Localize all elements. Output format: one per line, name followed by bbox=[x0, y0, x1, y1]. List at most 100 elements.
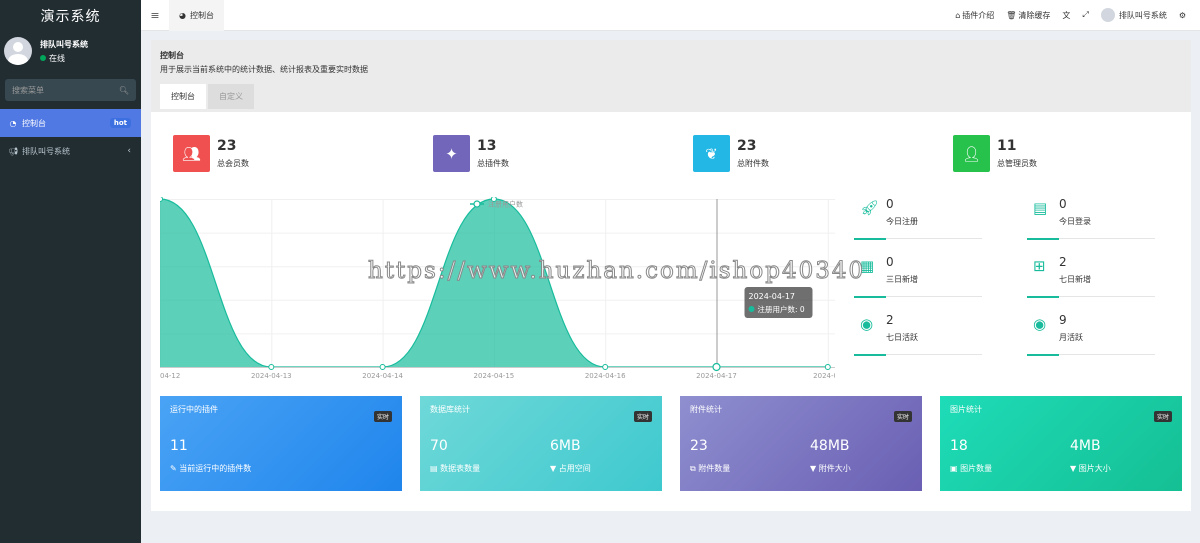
x-tick-label: 04-12 bbox=[160, 372, 180, 380]
mini-stat-7day-active: ◉ 2 七日活跃 bbox=[854, 313, 982, 356]
mini-stat-3day-new: ▦ 0 三日新增 bbox=[854, 255, 982, 298]
card-attachments: 附件统计 实时 23 48MB ⧉ 附件数量 ▼ 附件大小 bbox=[680, 396, 922, 491]
mini-stat-month-active: ◉ 9 月活跃 bbox=[1027, 313, 1155, 356]
mini-value: 9 bbox=[1059, 313, 1067, 327]
tooltip-dot bbox=[748, 306, 755, 312]
card-plugins: 运行中的插件 实时 11 ✎ 当前运行中的插件数 bbox=[160, 396, 402, 491]
x-tick-label: 2024-04 bbox=[813, 372, 835, 380]
card-title: 附件统计 bbox=[690, 405, 722, 414]
registration-area-chart[interactable]: 04-12 2024-04-13 2024-04-14 2024-04-15 2024-… bbox=[160, 197, 835, 382]
bullhorn-icon: 📢︎ bbox=[8, 146, 19, 156]
divider bbox=[854, 296, 982, 298]
x-tick-label: 2024-04-15 bbox=[474, 372, 515, 380]
sidebar-item-dashboard[interactable]: ◔ 控制台 hot bbox=[0, 109, 141, 137]
stat-value: 23 bbox=[737, 138, 757, 154]
mini-label: 今日登录 bbox=[1059, 217, 1091, 226]
card-sub: ▼ 附件大小 bbox=[810, 464, 851, 473]
stat-value: 23 bbox=[217, 138, 237, 154]
dashboard-icon: ◔ bbox=[9, 118, 17, 128]
user-circle-icon: ◉ bbox=[860, 315, 874, 333]
tab-dashboard[interactable]: 控制台 bbox=[160, 84, 206, 109]
stat-attachments: ❦ 23 总附件数 bbox=[693, 135, 769, 172]
users-icon: 👥︎ bbox=[173, 135, 210, 172]
mini-value: 0 bbox=[886, 255, 894, 269]
clear-cache-button[interactable]: 🗑︎ 清除缓存 bbox=[1000, 10, 1056, 21]
tab-custom[interactable]: 自定义 bbox=[208, 84, 254, 109]
divider bbox=[1027, 296, 1155, 298]
mini-label: 七日活跃 bbox=[886, 333, 918, 342]
card-value: 11 bbox=[170, 438, 188, 454]
card-value: 70 bbox=[430, 438, 448, 454]
card-database: 数据库统计 实时 70 6MB ▤ 数据表数量 ▼ 占用空间 bbox=[420, 396, 662, 491]
mini-stat-today-register: 🚀︎ 0 今日注册 bbox=[854, 197, 982, 240]
stat-label: 总管理员数 bbox=[997, 159, 1037, 168]
settings-icon[interactable]: ⚙ bbox=[1173, 11, 1192, 20]
stat-value: 11 bbox=[997, 138, 1017, 154]
user-name: 排队叫号系统 bbox=[40, 39, 88, 49]
realtime-badge: 实时 bbox=[373, 411, 392, 422]
calendar-plus-icon: ⊞ bbox=[1033, 257, 1046, 275]
card-sub: ▣ 图片数量 bbox=[950, 464, 993, 473]
tooltip-value: 注册用户数: 0 bbox=[758, 304, 805, 314]
card-value: 4MB bbox=[1070, 438, 1101, 454]
legend-swatch-dot bbox=[473, 200, 481, 208]
sidebar-item-queue[interactable]: 📢︎ 排队叫号系统 ‹ bbox=[0, 137, 141, 165]
mini-label: 七日新增 bbox=[1059, 275, 1091, 284]
sidebar: 演示系统 排队叫号系统 在线 搜索菜单 🔍︎ ◔ 控制台 hot 📢︎ 排队叫号… bbox=[0, 0, 141, 543]
search-placeholder: 搜索菜单 bbox=[12, 85, 44, 95]
stat-admins: 👤︎ 11 总管理员数 bbox=[953, 135, 1037, 172]
card-title: 运行中的插件 bbox=[170, 405, 218, 414]
online-dot-icon bbox=[40, 55, 46, 61]
mini-value: 0 bbox=[886, 197, 894, 211]
x-tick-label: 2024-04-13 bbox=[251, 372, 292, 380]
card-title: 数据库统计 bbox=[430, 405, 470, 414]
leaf-icon: ❦ bbox=[693, 135, 730, 172]
fullscreen-icon[interactable]: ⤢ bbox=[1076, 10, 1094, 20]
card-sub: ⧉ 附件数量 bbox=[690, 464, 731, 473]
user-icon: 👤︎ bbox=[953, 135, 990, 172]
search-input[interactable]: 搜索菜单 🔍︎ bbox=[5, 79, 136, 101]
stat-members: 👥︎ 23 总会员数 bbox=[173, 135, 249, 172]
mini-label: 今日注册 bbox=[886, 217, 918, 226]
card-sub: ▤ 数据表数量 bbox=[430, 464, 481, 473]
divider bbox=[1027, 238, 1155, 240]
database-icon: ▤ bbox=[430, 464, 441, 473]
search-icon[interactable]: 🔍︎ bbox=[119, 86, 129, 95]
card-value: 23 bbox=[690, 438, 708, 454]
rocket-icon: 🚀︎ bbox=[860, 199, 880, 217]
x-tick-label: 2024-04-16 bbox=[585, 372, 626, 380]
avatar bbox=[4, 37, 32, 65]
realtime-badge: 实时 bbox=[893, 411, 912, 422]
divider bbox=[854, 238, 982, 240]
data-point bbox=[602, 364, 609, 370]
vcard-icon: ▤ bbox=[1033, 199, 1048, 217]
x-tick-label: 2024-04-14 bbox=[362, 372, 403, 380]
stat-label: 总插件数 bbox=[477, 159, 509, 168]
tooltip-date: 2024-04-17 bbox=[749, 292, 796, 301]
filter-icon: ▼ bbox=[1070, 464, 1079, 473]
page-description: 用于展示当前系统中的统计数据、统计报表及重要实时数据 bbox=[160, 65, 368, 74]
plugin-intro-link[interactable]: ⌂ 插件介绍 bbox=[949, 10, 1000, 21]
menu-toggle-icon[interactable]: ≡ bbox=[141, 9, 169, 22]
card-sub: ▼ 占用空间 bbox=[550, 464, 591, 473]
tab-dashboard[interactable]: ◕ 控制台 bbox=[169, 0, 224, 31]
divider bbox=[854, 354, 982, 356]
card-title: 图片统计 bbox=[950, 405, 982, 414]
filter-icon: ▼ bbox=[550, 464, 559, 473]
app-logo[interactable]: 演示系统 bbox=[0, 0, 141, 31]
sidebar-item-label: 排队叫号系统 bbox=[22, 146, 70, 156]
mini-label: 三日新增 bbox=[886, 275, 918, 284]
data-point bbox=[160, 197, 163, 202]
divider bbox=[1027, 354, 1155, 356]
mini-value: 0 bbox=[1059, 197, 1067, 211]
magic-icon: ✎ bbox=[170, 464, 180, 473]
data-point bbox=[379, 364, 386, 370]
data-point bbox=[824, 364, 831, 370]
user-menu[interactable]: 排队叫号系统 bbox=[1095, 8, 1173, 22]
legend-label: 注册用户数 bbox=[488, 200, 523, 209]
stat-label: 总附件数 bbox=[737, 159, 769, 168]
avatar bbox=[1100, 8, 1115, 22]
language-icon[interactable]: 文 bbox=[1056, 10, 1076, 21]
hot-badge: hot bbox=[109, 118, 131, 128]
sidebar-item-label: 控制台 bbox=[22, 118, 46, 128]
